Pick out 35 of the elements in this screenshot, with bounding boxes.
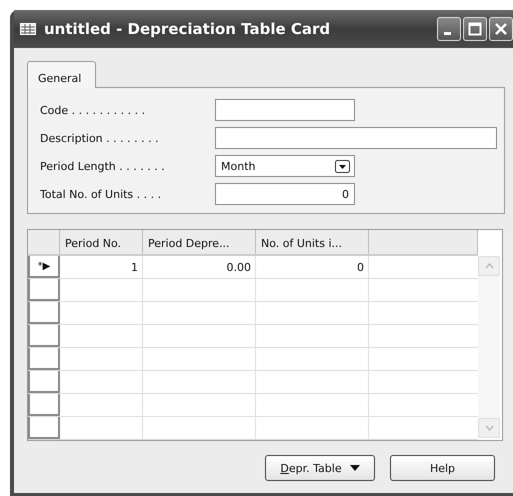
- column-header[interactable]: No. of Units i...: [256, 230, 369, 254]
- field-label: Code . . . . . . . . . . .: [40, 104, 146, 116]
- tab[interactable]: General: [27, 61, 96, 88]
- scroll-bar[interactable]: [478, 256, 500, 438]
- menu-button[interactable]: Depr. Table: [265, 455, 375, 481]
- table-cell: 0: [256, 256, 369, 278]
- input-field[interactable]: [215, 127, 497, 149]
- row-header[interactable]: [28, 279, 60, 301]
- help-button[interactable]: Help: [390, 455, 495, 481]
- column-header[interactable]: Period No.: [60, 230, 143, 254]
- minimize-button[interactable]: [437, 17, 461, 41]
- maximize-icon: [468, 22, 482, 36]
- row-header[interactable]: [28, 371, 60, 393]
- close-icon: [494, 22, 508, 36]
- column-header[interactable]: Period Depre...: [143, 230, 256, 254]
- caret-icon: [350, 465, 360, 471]
- input-field[interactable]: [215, 99, 355, 121]
- table-cell: 0.00: [143, 256, 256, 278]
- row-header[interactable]: [28, 417, 60, 439]
- row-header[interactable]: [28, 394, 60, 416]
- dropdown-field[interactable]: Month: [215, 155, 355, 177]
- minimize-icon: [444, 32, 450, 34]
- field-label: Total No. of Units . . . .: [40, 188, 162, 200]
- field-label: Description . . . . . . . .: [40, 132, 160, 144]
- row-header[interactable]: [28, 348, 60, 370]
- maximize-button[interactable]: [463, 17, 487, 41]
- close-button[interactable]: [489, 17, 513, 41]
- window-title: untitled - Depreciation Table Card: [44, 20, 332, 38]
- table-cell: 1: [60, 256, 143, 278]
- row-marker: *▶: [28, 256, 60, 278]
- row-header[interactable]: [28, 302, 60, 324]
- row-header[interactable]: [28, 325, 60, 347]
- table-icon: [20, 23, 36, 35]
- input-field[interactable]: 0: [215, 183, 355, 205]
- field-label: Period Length . . . . . . .: [40, 160, 166, 172]
